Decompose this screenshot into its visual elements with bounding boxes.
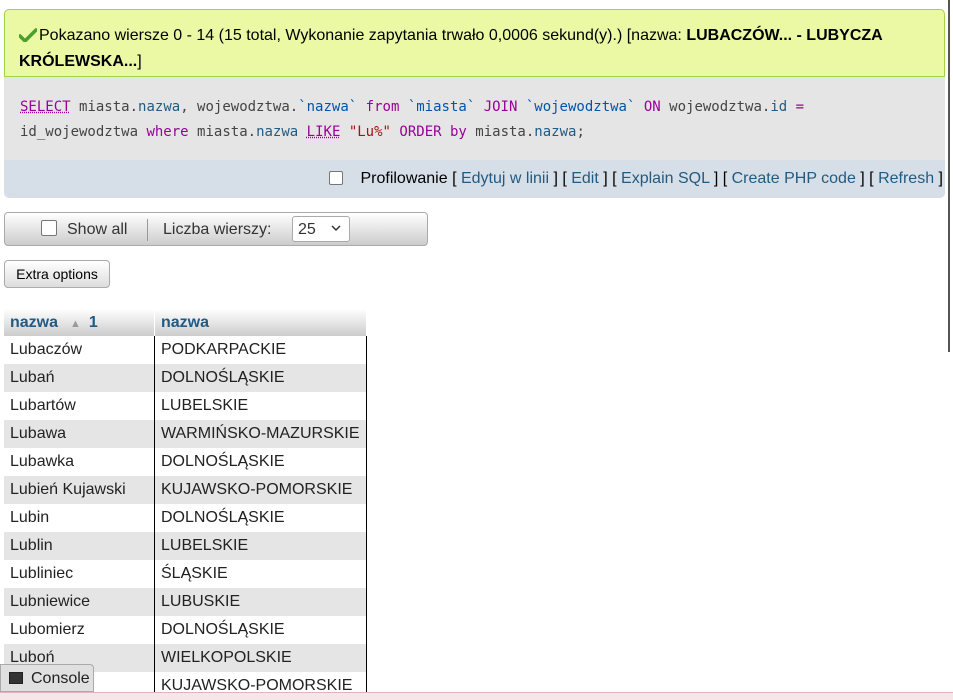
success-text: Pokazano wiersze 0 - 14 (15 total, Wykon… — [39, 27, 687, 44]
table-row[interactable]: Lubliniec ŚLĄSKIE — [4, 560, 367, 588]
cell-province[interactable]: DOLNOŚLĄSKIE — [154, 504, 367, 532]
sql-field: `nazwa` — [298, 99, 358, 115]
divider — [147, 219, 148, 241]
sql-keyword: SELECT — [20, 99, 71, 115]
console-icon — [9, 672, 23, 684]
sql-query: SELECT miasta.nazwa, wojewodztwa.`nazwa`… — [4, 77, 945, 160]
cell-city[interactable]: Lubomierz — [4, 616, 155, 644]
sql-keyword: from — [365, 99, 400, 115]
column-header-label: nazwa — [10, 313, 59, 331]
cell-city[interactable]: Lubaczów — [4, 336, 155, 364]
inline-edit-link[interactable]: Edytuj w linii — [461, 170, 549, 187]
cell-city[interactable]: Lubniewice — [4, 588, 155, 616]
table-header-row: nazwa ▲ 1 nazwa — [4, 309, 367, 336]
cell-province[interactable]: KUJAWSKO-POMORSKIE — [154, 476, 367, 504]
table-row[interactable]: Lubaczów PODKARPACKIE — [4, 336, 367, 364]
sql-keyword: ON — [643, 99, 661, 115]
sql-string: "Lu%" — [348, 124, 391, 140]
edit-link[interactable]: Edit — [571, 170, 599, 187]
sort-index: 1 — [88, 313, 98, 331]
table-row[interactable]: Lubań DOLNOŚLĄSKIE — [4, 364, 367, 392]
table-row[interactable]: Lublin LUBELSKIE — [4, 532, 367, 560]
column-header-label: nazwa — [161, 313, 210, 331]
sql-token: ; — [576, 124, 585, 140]
console-label: Console — [31, 670, 90, 687]
sql-token: id_wojewodztwa — [20, 124, 139, 140]
cell-province[interactable]: LUBELSKIE — [154, 532, 367, 560]
profiling-checkbox[interactable] — [328, 171, 343, 185]
cell-province[interactable]: PODKARPACKIE — [154, 336, 367, 364]
sql-field: nazwa — [534, 124, 577, 140]
sql-field: nazwa — [256, 124, 299, 140]
cell-province[interactable]: DOLNOŚLĄSKIE — [154, 448, 367, 476]
cell-city[interactable]: Lubin — [4, 504, 155, 532]
scrollbar[interactable] — [948, 0, 950, 352]
check-icon — [18, 26, 39, 50]
refresh-link[interactable]: Refresh — [878, 170, 934, 187]
profiling-label: Profilowanie — [360, 170, 448, 187]
rows-label: Liczba wierszy: — [163, 221, 272, 238]
navigation-bar: Show all Liczba wierszy: 25 — [4, 212, 428, 246]
column-header-province[interactable]: nazwa — [154, 309, 367, 336]
cell-province[interactable]: WARMIŃSKO-MAZURSKIE — [154, 420, 367, 448]
query-toolbar: Profilowanie [ Edytuj w linii ] [ Edit ]… — [4, 160, 945, 198]
cell-city[interactable]: Lubawka — [4, 448, 155, 476]
sql-token: miasta. — [79, 99, 139, 115]
cell-city[interactable]: Lubliniec — [4, 560, 155, 588]
cell-province[interactable]: LUBELSKIE — [154, 392, 367, 420]
cell-province[interactable]: DOLNOŚLĄSKIE — [154, 364, 367, 392]
cell-province[interactable]: LUBUSKIE — [154, 588, 367, 616]
cell-city[interactable]: Lubań — [4, 364, 155, 392]
sql-token: miasta. — [475, 124, 535, 140]
sql-field: nazwa — [138, 99, 181, 115]
cell-province[interactable]: ŚLĄSKIE — [154, 560, 367, 588]
sql-field: `wojewodztwa` — [525, 99, 636, 115]
cell-province[interactable]: WIELKOPOLSKIE — [154, 644, 367, 672]
console-toggle[interactable]: Console — [0, 664, 94, 692]
table-row[interactable]: Lubień Kujawski KUJAWSKO-POMORSKIE — [4, 476, 367, 504]
show-all-checkbox[interactable] — [41, 220, 57, 236]
sql-token: wojewodztwa. — [669, 99, 771, 115]
sql-keyword: LIKE — [306, 124, 341, 140]
show-all-label: Show all — [67, 221, 128, 238]
cell-city[interactable]: Lubawa — [4, 420, 155, 448]
success-suffix: ] — [137, 53, 142, 70]
table-row[interactable]: Lubin DOLNOŚLĄSKIE — [4, 504, 367, 532]
rows-select-value: 25 — [298, 221, 316, 238]
sql-keyword: ORDER by — [399, 124, 467, 140]
sql-operator: = — [795, 99, 805, 115]
sql-token: , wojewodztwa. — [180, 99, 299, 115]
success-message: Pokazano wiersze 0 - 14 (15 total, Wykon… — [4, 9, 945, 77]
cell-province[interactable]: DOLNOŚLĄSKIE — [154, 616, 367, 644]
sql-keyword: where — [146, 124, 189, 140]
sql-keyword: JOIN — [483, 99, 518, 115]
cell-city[interactable]: Lublin — [4, 532, 155, 560]
chevron-down-icon — [331, 222, 341, 236]
sql-token: miasta. — [197, 124, 257, 140]
table-row[interactable]: Lubawa WARMIŃSKO-MAZURSKIE — [4, 420, 367, 448]
results-table: nazwa ▲ 1 nazwa Lubaczów PODKARPACKIE Lubań D… — [4, 309, 367, 700]
sql-field: `miasta` — [407, 99, 476, 115]
explain-sql-link[interactable]: Explain SQL — [621, 170, 709, 187]
show-all-toggle[interactable]: Show all — [41, 220, 127, 239]
table-row[interactable]: Lubartów LUBELSKIE — [4, 392, 367, 420]
cell-city[interactable]: Lubień Kujawski — [4, 476, 155, 504]
sort-asc-icon: ▲ — [70, 317, 81, 330]
extra-options-button[interactable]: Extra options — [4, 260, 110, 288]
rows-select[interactable]: 25 — [292, 216, 350, 242]
table-body: Lubaczów PODKARPACKIE Lubań DOLNOŚLĄSKIE Lub… — [4, 336, 367, 700]
cell-city[interactable]: Lubartów — [4, 392, 155, 420]
sql-field: id — [770, 99, 788, 115]
table-row[interactable]: Lubomierz DOLNOŚLĄSKIE — [4, 616, 367, 644]
create-php-link[interactable]: Create PHP code — [732, 170, 856, 187]
table-row[interactable]: Lubawka DOLNOŚLĄSKIE — [4, 448, 367, 476]
column-header-city[interactable]: nazwa ▲ 1 — [4, 309, 155, 336]
table-row[interactable]: Lubniewice LUBUSKIE — [4, 588, 367, 616]
